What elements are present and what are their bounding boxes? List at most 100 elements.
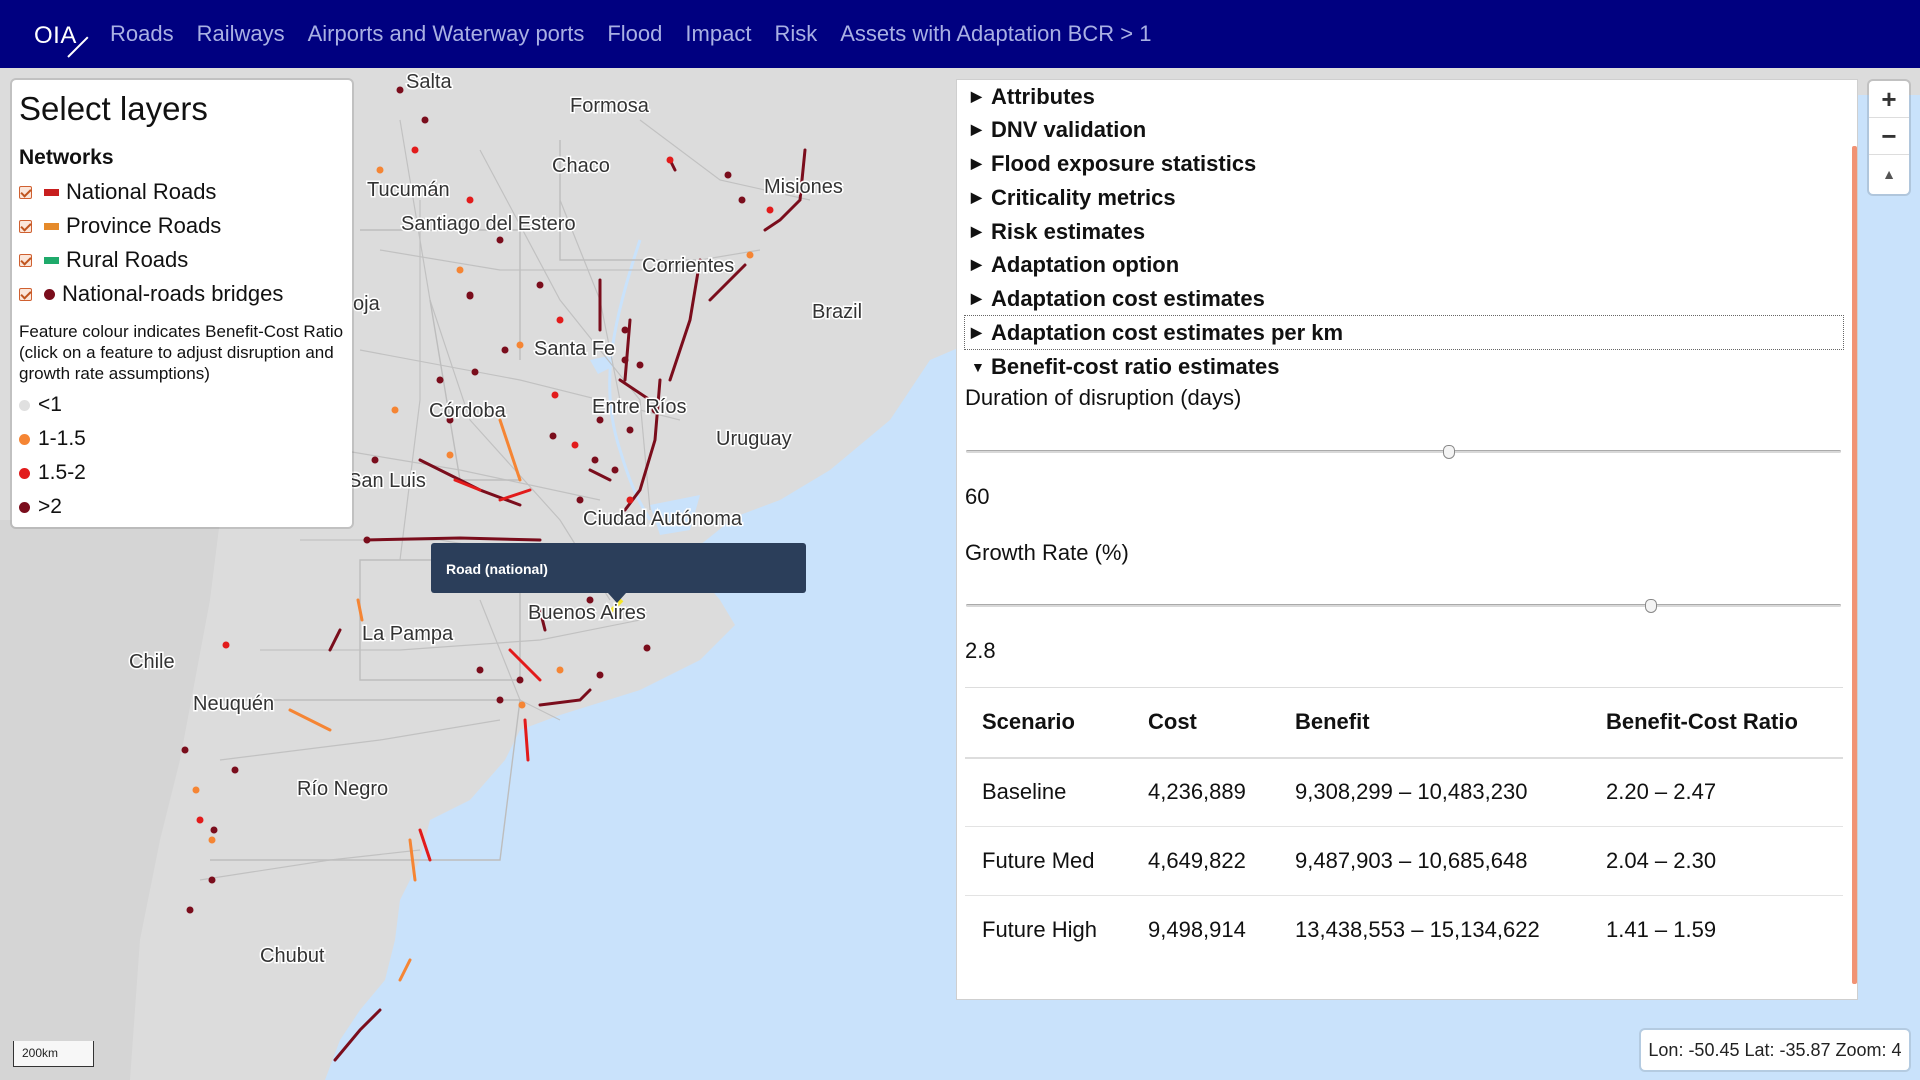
label-buenos-aires: Buenos Aires <box>528 602 646 624</box>
layer-national-roads[interactable]: National Roads <box>19 175 345 209</box>
nav-airports-waterway-ports[interactable]: Airports and Waterway ports <box>308 21 585 47</box>
label-formosa: Formosa <box>570 95 650 117</box>
label-misiones: Misiones <box>764 176 843 198</box>
section-risk-estimates[interactable]: ▶ Risk estimates <box>965 215 1843 248</box>
layer-rural-roads[interactable]: Rural Roads <box>19 243 345 277</box>
label-rioja: oja <box>353 293 381 315</box>
duration-slider[interactable] <box>966 442 1841 462</box>
label-chile: Chile <box>129 651 175 673</box>
section-criticality-label: Criticality metrics <box>991 184 1176 210</box>
section-attributes[interactable]: ▶ Attributes <box>965 80 1843 113</box>
nav-impact[interactable]: Impact <box>685 21 751 47</box>
tooltip-arrow <box>608 593 626 603</box>
section-adaptation-option-label: Adaptation option <box>991 251 1180 277</box>
networks-heading: Networks <box>19 146 114 169</box>
cell-cost: 4,649,822 <box>1131 826 1278 896</box>
layer-national-roads-bridges[interactable]: National-roads bridges <box>19 277 345 311</box>
section-dnv-validation[interactable]: ▶ DNV validation <box>965 113 1843 146</box>
caret-right-icon: ▶ <box>971 88 982 104</box>
label-chaco: Chaco <box>552 155 610 177</box>
layer-national-roads-bridges-label: National-roads bridges <box>62 281 284 306</box>
layer-province-roads[interactable]: Province Roads <box>19 209 345 243</box>
caret-right-icon: ▶ <box>971 256 982 272</box>
nav-risk[interactable]: Risk <box>774 21 817 47</box>
label-uruguay: Uruguay <box>716 428 792 450</box>
label-caba: Ciudad Autónoma <box>583 508 743 530</box>
duration-label: Duration of disruption (days) <box>965 385 1242 410</box>
section-adaptation-cost-estimates[interactable]: ▶ Adaptation cost estimates <box>965 282 1843 315</box>
brand-logo[interactable]: OIA <box>0 0 110 68</box>
brand-text: OIA <box>34 22 77 49</box>
label-neuquen: Neuquén <box>193 693 274 715</box>
legend-dot-1.5-2 <box>19 467 30 479</box>
cell-benefit: 13,438,553 – 15,134,622 <box>1295 917 1540 943</box>
header-scenario: Scenario <box>965 687 1131 759</box>
section-benefit-cost-ratio[interactable]: ▼ Benefit-cost ratio estimates <box>965 350 1843 383</box>
label-chubut: Chubut <box>260 945 325 967</box>
nav-links: Roads Railways Airports and Waterway por… <box>110 21 1174 47</box>
swatch-province-roads <box>44 222 59 230</box>
header-bcr: Benefit-Cost Ratio <box>1589 687 1843 759</box>
map-feature-tooltip: Road (national) <box>431 543 806 593</box>
caret-right-icon: ▶ <box>971 155 982 171</box>
header-cost: Cost <box>1131 687 1278 759</box>
nav-roads[interactable]: Roads <box>110 21 174 47</box>
section-criticality-metrics[interactable]: ▶ Criticality metrics <box>965 181 1843 214</box>
layers-panel: Select layers Networks National Roads Pr… <box>12 80 352 527</box>
section-adaptation-cost-per-km[interactable]: ▶ Adaptation cost estimates per km <box>964 315 1844 350</box>
legend-dot-1-1.5 <box>19 433 30 445</box>
section-adaptation-cost-label: Adaptation cost estimates <box>991 285 1265 311</box>
layer-province-roads-label: Province Roads <box>66 213 222 238</box>
legend-dot-gt2 <box>19 501 30 513</box>
duration-slider-thumb[interactable] <box>1443 445 1455 459</box>
growth-rate-slider-track <box>966 604 1841 607</box>
duration-slider-track <box>966 450 1841 453</box>
section-dnv-validation-label: DNV validation <box>991 116 1147 142</box>
checkbox-province-roads[interactable] <box>19 219 32 233</box>
section-risk-estimates-label: Risk estimates <box>991 218 1146 244</box>
nav-railways[interactable]: Railways <box>197 21 285 47</box>
legend-label-1.5-2: 1.5-2 <box>38 461 86 484</box>
growth-rate-slider[interactable] <box>966 596 1841 616</box>
checkbox-rural-roads[interactable] <box>19 253 32 267</box>
section-flood-exposure-statistics[interactable]: ▶ Flood exposure statistics <box>965 147 1843 180</box>
legend-item-1-1.5: 1-1.5 <box>19 422 345 456</box>
caret-right-icon: ▶ <box>971 121 982 137</box>
label-tucuman: Tucumán <box>367 179 450 201</box>
growth-rate-value: 2.8 <box>965 638 996 663</box>
cell-scenario: Future High <box>982 917 1097 943</box>
zoom-in-button[interactable]: + <box>1869 81 1909 118</box>
checkbox-national-roads[interactable] <box>19 185 32 199</box>
cell-benefit: 9,308,299 – 10,483,230 <box>1278 757 1589 827</box>
swatch-national-roads-bridges <box>44 288 55 300</box>
layers-panel-title: Select layers <box>19 90 208 127</box>
map-scale-bar: 200km <box>13 1041 94 1067</box>
checkbox-national-roads-bridges[interactable] <box>19 287 32 301</box>
cell-bcr: 1.41 – 1.59 <box>1606 917 1717 943</box>
reset-bearing-button[interactable]: ▲ <box>1869 155 1909 192</box>
cell-benefit: 9,487,903 – 10,685,648 <box>1278 826 1589 896</box>
zoom-out-button[interactable]: − <box>1869 118 1909 155</box>
legend-label-1-1.5: 1-1.5 <box>38 427 86 450</box>
label-entre-rios: Entre Ríos <box>592 396 686 418</box>
cell-cost: 9,498,914 <box>1148 917 1246 943</box>
table-row: Future High 9,498,914 13,438,553 – 15,13… <box>965 896 1843 965</box>
legend-item-1.5-2: 1.5-2 <box>19 456 345 490</box>
legend-item-gt2: >2 <box>19 490 345 524</box>
section-adaptation-option[interactable]: ▶ Adaptation option <box>965 248 1843 281</box>
details-scrollbar[interactable] <box>1852 146 1857 984</box>
swatch-rural-roads <box>44 256 59 264</box>
compass-icon: ▲ <box>1882 165 1896 182</box>
label-salta: Salta <box>406 71 452 93</box>
nav-adaptation-bcr[interactable]: Assets with Adaptation BCR > 1 <box>840 21 1151 47</box>
swatch-national-roads <box>44 188 59 196</box>
bcr-table-header-row: Scenario Cost Benefit Benefit-Cost Ratio <box>965 687 1843 759</box>
caret-right-icon: ▶ <box>971 189 982 205</box>
label-santa-fe: Santa Fe <box>534 338 615 360</box>
growth-rate-slider-thumb[interactable] <box>1645 599 1658 613</box>
nav-flood[interactable]: Flood <box>607 21 662 47</box>
caret-down-icon: ▼ <box>971 358 985 375</box>
label-rio-negro: Río Negro <box>297 778 388 800</box>
cell-scenario: Baseline <box>965 757 1131 827</box>
label-santiago: Santiago del Estero <box>401 213 576 235</box>
